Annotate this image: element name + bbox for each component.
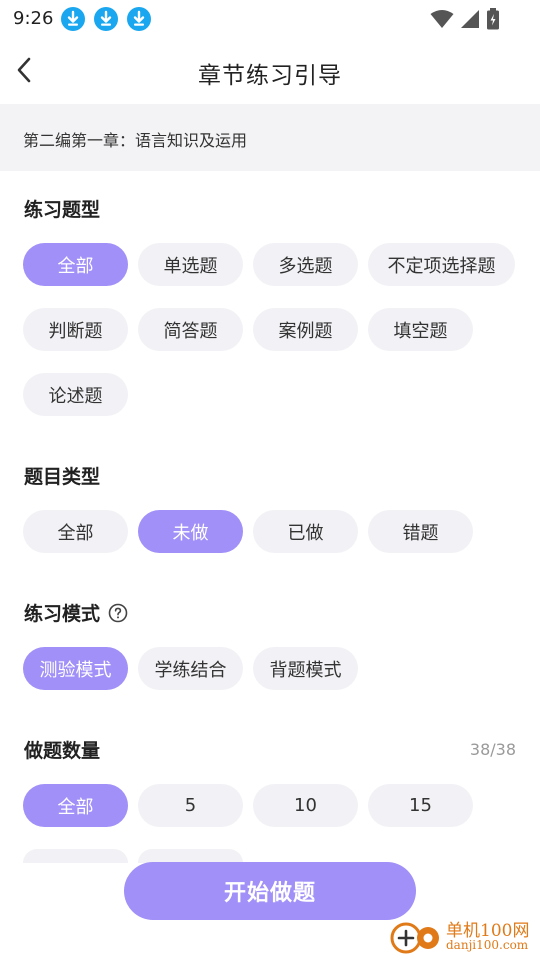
chip-question-type-short-answer[interactable]: 简答题 [138, 308, 243, 351]
section-title-question-type: 练习题型 [24, 199, 101, 221]
status-bar: 9:26 [0, 0, 540, 38]
chip-question-type-single[interactable]: 单选题 [138, 243, 243, 286]
chip-item-type-done[interactable]: 已做 [253, 510, 358, 553]
chip-count-partial [138, 849, 243, 863]
question-count-label: 38/38 [469, 740, 516, 759]
section-mode-header: 练习模式 [24, 599, 128, 626]
chapter-name: 第二编第一章：语言知识及运用 [23, 131, 248, 150]
download-icon [94, 7, 118, 31]
wifi-icon [430, 10, 454, 28]
section-title-mode: 练习模式 [24, 603, 101, 625]
question-circle-icon[interactable] [108, 603, 128, 623]
chip-question-type-judgment[interactable]: 判断题 [23, 308, 128, 351]
chip-count-10[interactable]: 10 [253, 784, 358, 827]
download-icon [127, 7, 151, 31]
chip-question-type-all[interactable]: 全部 [23, 243, 128, 286]
chip-count-5[interactable]: 5 [138, 784, 243, 827]
chip-item-type-undone[interactable]: 未做 [138, 510, 243, 553]
chip-question-type-case[interactable]: 案例题 [253, 308, 358, 351]
download-icon [61, 7, 85, 31]
chip-mode-recite[interactable]: 背题模式 [253, 647, 358, 690]
start-practice-button[interactable]: 开始做题 [124, 862, 416, 920]
system-icons [430, 8, 500, 30]
chip-count-partial [23, 849, 128, 863]
watermark-logo-icon [390, 922, 439, 954]
chip-question-type-fill-blank[interactable]: 填空题 [368, 308, 473, 351]
signal-icon [461, 10, 479, 28]
page-title: 章节练习引导 [198, 63, 342, 89]
section-title-item-type: 题目类型 [24, 466, 101, 488]
watermark: 单机100网 danji100.com [386, 914, 536, 958]
status-time: 9:26 [13, 8, 54, 29]
chip-count-all[interactable]: 全部 [23, 784, 128, 827]
chip-item-type-wrong[interactable]: 错题 [368, 510, 473, 553]
chip-count-15[interactable]: 15 [368, 784, 473, 827]
chapter-strip: 第二编第一章：语言知识及运用 [0, 104, 540, 171]
chip-mode-quiz[interactable]: 测验模式 [23, 647, 128, 690]
chip-item-type-all[interactable]: 全部 [23, 510, 128, 553]
battery-icon [487, 8, 499, 30]
chip-question-type-multiple[interactable]: 多选题 [253, 243, 358, 286]
nav-bar: 章节练习引导 [0, 38, 540, 104]
chip-question-type-indefinite[interactable]: 不定项选择题 [368, 243, 515, 286]
chip-question-type-essay[interactable]: 论述题 [23, 373, 128, 416]
chip-mode-learn-practice[interactable]: 学练结合 [138, 647, 243, 690]
watermark-line2: danji100.com [446, 938, 529, 952]
section-title-count: 做题数量 [24, 740, 101, 762]
